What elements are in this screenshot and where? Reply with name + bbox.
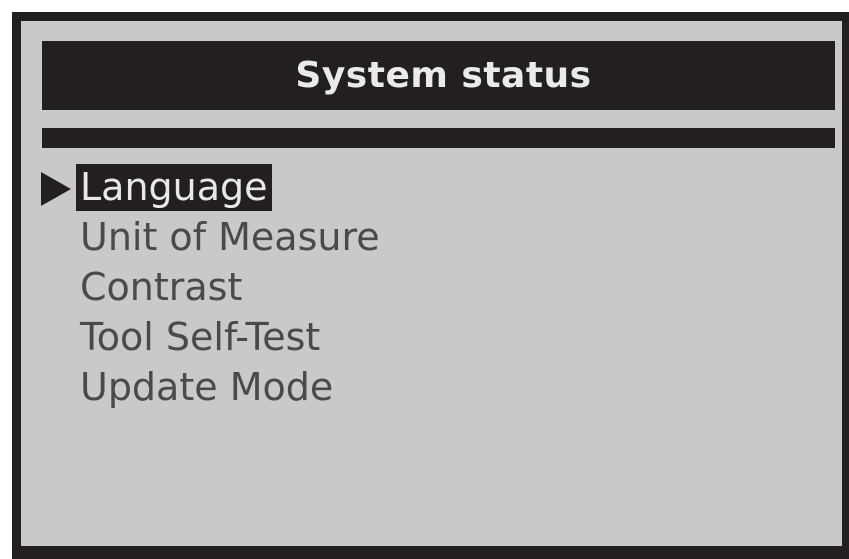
selection-cursor-icon	[41, 172, 71, 206]
divider-bar	[42, 128, 835, 148]
menu-item-update-mode[interactable]: Update Mode	[21, 364, 721, 414]
menu-item-label: Contrast	[80, 265, 243, 309]
menu-item-contrast[interactable]: Contrast	[21, 264, 721, 314]
screen-title: System status	[295, 55, 592, 96]
menu-item-label: Update Mode	[80, 365, 334, 409]
menu-item-label: Unit of Measure	[80, 215, 380, 259]
menu-item-tool-self-test[interactable]: Tool Self-Test	[21, 314, 721, 364]
menu-item-language[interactable]: Language	[21, 164, 721, 214]
menu-item-unit-of-measure[interactable]: Unit of Measure	[21, 214, 721, 264]
title-bar: System status	[42, 41, 835, 110]
menu-item-label: Tool Self-Test	[80, 315, 321, 359]
menu-item-label: Language	[76, 164, 272, 211]
lcd-screen: System status Language Unit of Measure C…	[21, 21, 842, 546]
